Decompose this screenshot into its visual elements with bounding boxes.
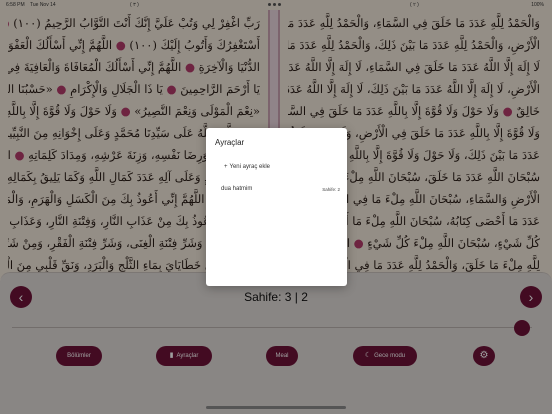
dialog-title: Ayraçlar (215, 138, 245, 147)
bookmark-page: Sahife: 2 (322, 187, 340, 192)
bookmark-item[interactable]: dua hatmim Sahife: 2 (216, 185, 340, 197)
bookmark-name: dua hatmim (221, 186, 253, 192)
bookmarks-dialog: Ayraçlar + Yeni ayraç ekle dua hatmim Sah… (206, 128, 347, 286)
add-bookmark-button[interactable]: + Yeni ayraç ekle (224, 164, 270, 170)
modal-overlay-bottom (0, 272, 552, 414)
plus-icon: + (224, 164, 228, 170)
home-indicator[interactable] (206, 406, 346, 409)
add-bookmark-label: Yeni ayraç ekle (229, 164, 270, 170)
